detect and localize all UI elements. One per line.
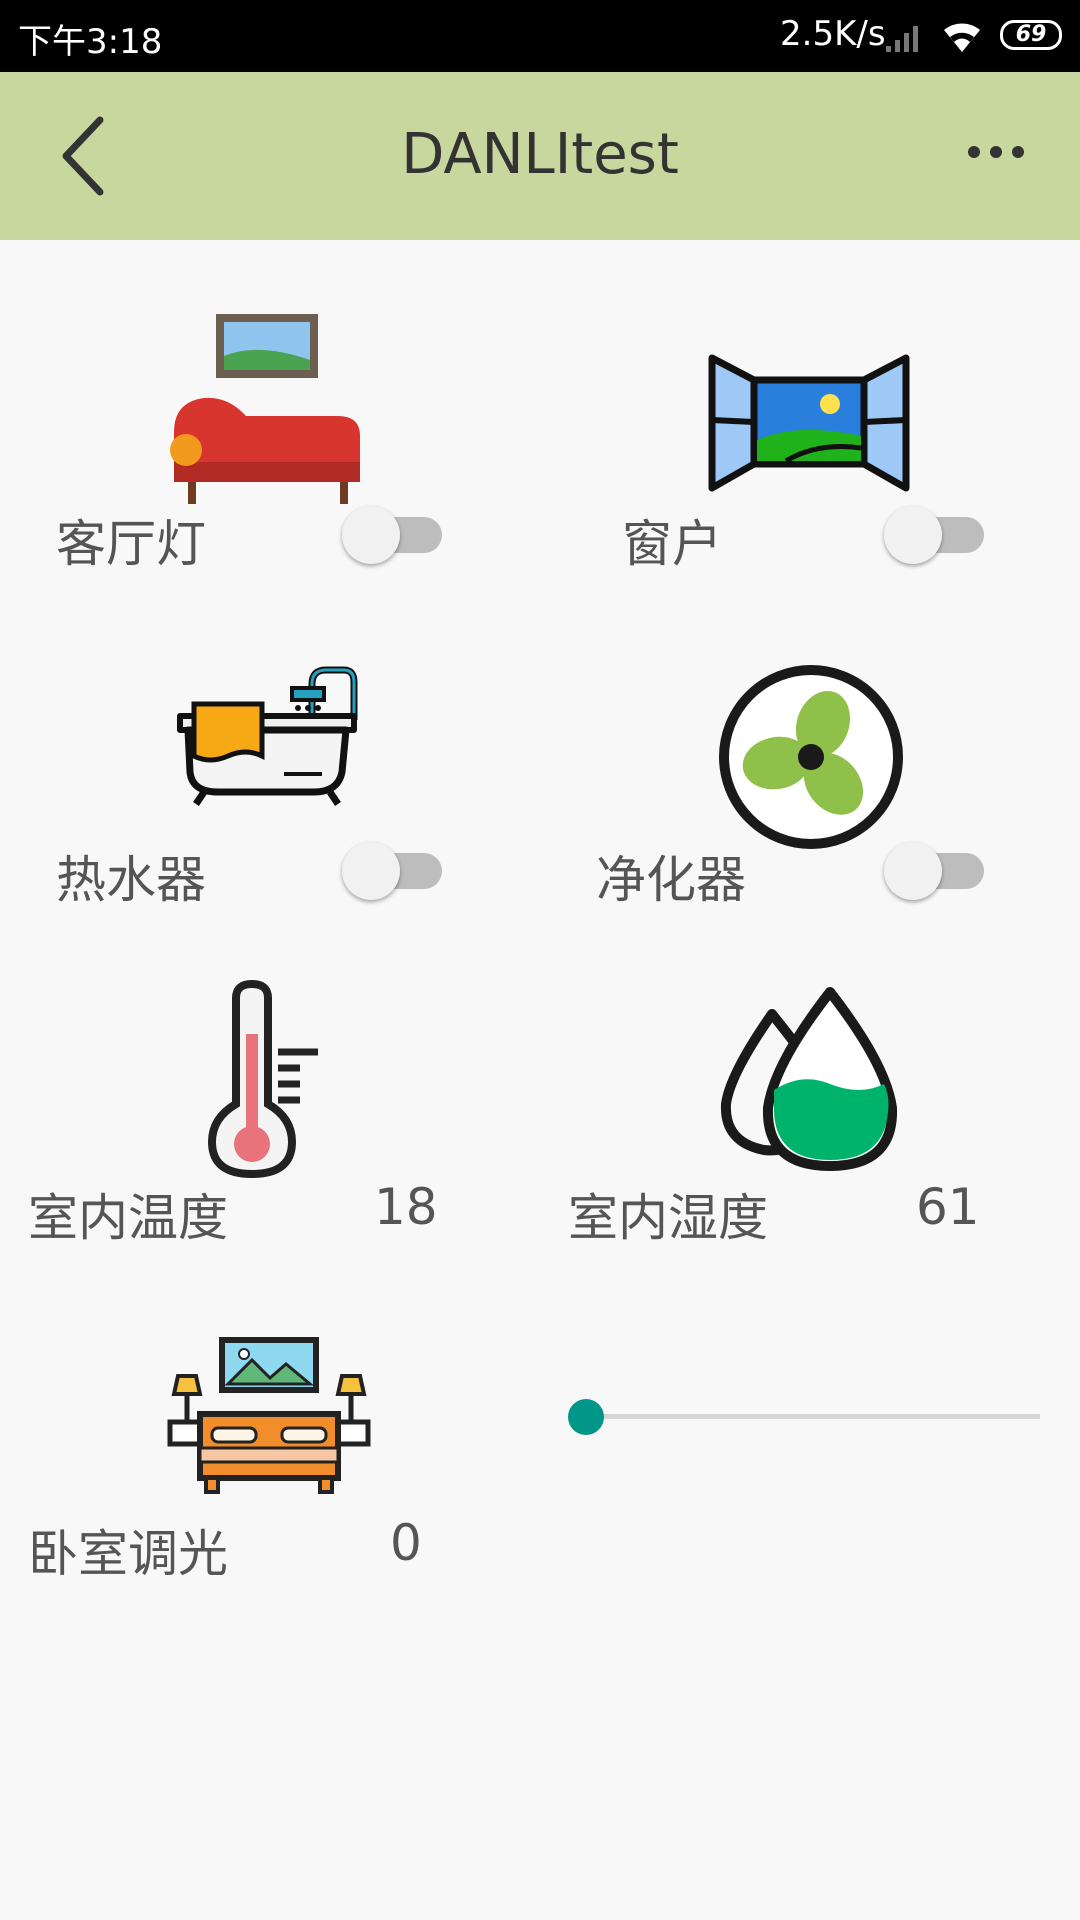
wifi-icon [944, 23, 980, 52]
device-label: 室内湿度 [568, 1189, 768, 1247]
app-bar: DANLItest [0, 72, 1080, 240]
window-switch[interactable] [884, 502, 984, 566]
network-speed: 2.5K/s [780, 14, 886, 54]
bathtub-icon [177, 666, 358, 806]
bedroom-dimmer-slider[interactable] [560, 1392, 1040, 1442]
living-room-light-switch[interactable] [342, 502, 442, 566]
more-horizontal-icon[interactable] [960, 132, 1040, 172]
device-label: 客厅灯 [56, 515, 206, 573]
device-label: 卧室调光 [28, 1525, 228, 1583]
status-bar: 下午3:18 2.5K/s 69 [0, 0, 1080, 72]
thermometer-icon [208, 979, 318, 1179]
switch-thumb [884, 842, 942, 900]
page-title: DANLItest [401, 122, 679, 187]
switch-thumb [884, 506, 942, 564]
slider-track [584, 1414, 1040, 1419]
sofa-icon [170, 314, 360, 504]
device-label: 室内温度 [28, 1189, 228, 1247]
humidity-drop-icon [720, 987, 898, 1171]
device-label: 净化器 [596, 851, 746, 909]
window-icon [708, 354, 910, 492]
slider-thumb[interactable] [568, 1399, 604, 1435]
water-heater-switch[interactable] [342, 838, 442, 902]
status-time: 下午3:18 [18, 22, 163, 62]
purifier-switch[interactable] [884, 838, 984, 902]
device-label: 窗户 [622, 515, 722, 573]
signal-icon [886, 26, 918, 52]
switch-thumb [342, 842, 400, 900]
battery-icon: 69 [1000, 20, 1062, 50]
device-label: 热水器 [56, 851, 206, 909]
switch-thumb [342, 506, 400, 564]
fan-icon [719, 665, 903, 849]
temperature-value: 18 [374, 1178, 438, 1236]
humidity-value: 61 [916, 1178, 980, 1236]
bedroom-icon [167, 1337, 371, 1494]
dimmer-value: 0 [390, 1514, 422, 1572]
